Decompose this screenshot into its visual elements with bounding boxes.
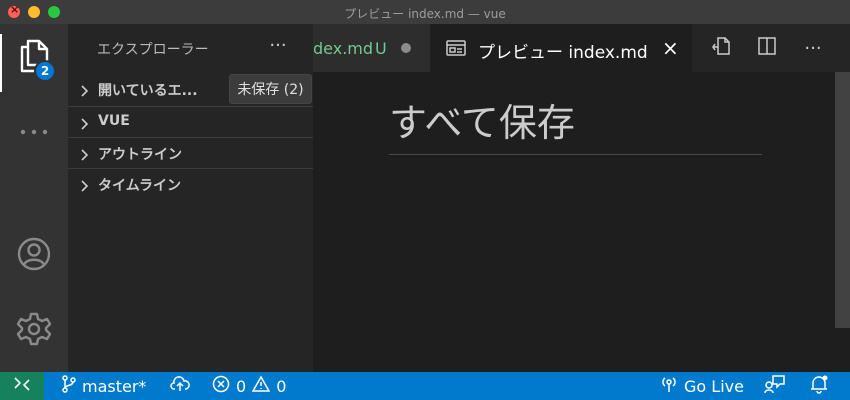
heading-divider — [389, 154, 762, 155]
title-bar: プレビュー index.md — vue — [0, 0, 850, 24]
accounts-button[interactable] — [14, 236, 54, 276]
notifications-button[interactable] — [809, 372, 829, 400]
unsaved-tooltip: 未保存 (2) — [229, 74, 312, 104]
section-vue[interactable]: VUE — [68, 106, 313, 136]
activity-bar: 2 — [0, 24, 68, 372]
chevron-right-icon — [78, 82, 90, 97]
warning-icon — [251, 375, 271, 397]
markdown-preview: すべて保存 — [313, 72, 850, 372]
branch-name: master* — [82, 376, 147, 396]
preview-heading: すべて保存 — [389, 101, 575, 145]
close-icon[interactable]: × — [662, 36, 679, 60]
problems-indicator[interactable]: 0 0 — [212, 372, 286, 400]
section-outline[interactable]: アウトライン — [68, 137, 313, 167]
sync-button[interactable] — [170, 372, 190, 400]
explorer-badge: 2 — [34, 60, 56, 82]
bell-icon — [809, 374, 829, 398]
chevron-right-icon — [78, 115, 90, 130]
go-live-label: Go Live — [684, 376, 744, 396]
error-icon — [212, 375, 230, 397]
split-editor-button[interactable] — [755, 36, 779, 60]
open-source-icon — [710, 35, 732, 61]
sidebar-more-button[interactable]: ··· — [264, 34, 292, 62]
sidebar-title: エクスプローラー — [97, 42, 209, 58]
remote-indicator[interactable] — [0, 372, 44, 400]
preview-icon — [446, 40, 466, 60]
editor-tab-bar: dex.md U プレビュー index.md × ··· — [313, 24, 850, 72]
vertical-scrollbar[interactable] — [835, 72, 850, 328]
more-views-button[interactable] — [14, 110, 54, 150]
open-source-button[interactable] — [709, 36, 733, 60]
cloud-upload-icon — [170, 376, 190, 396]
active-indicator — [0, 34, 2, 92]
error-count: 0 — [236, 376, 247, 396]
remote-icon — [13, 376, 31, 396]
feedback-button[interactable] — [764, 372, 786, 400]
tab-index-md[interactable]: dex.md U — [313, 24, 430, 72]
manage-button[interactable] — [14, 311, 54, 351]
feedback-icon — [764, 374, 786, 398]
account-icon — [16, 236, 52, 276]
section-label: 開いているエ... — [98, 83, 198, 99]
section-label: タイムライン — [98, 178, 182, 194]
section-timeline[interactable]: タイムライン — [68, 168, 313, 198]
chevron-right-icon — [78, 146, 90, 161]
window-title: プレビュー index.md — vue — [344, 7, 506, 21]
status-bar: master* 0 0 Go Live — [0, 372, 850, 400]
unsaved-dot-icon[interactable] — [401, 43, 411, 53]
section-label: VUE — [98, 113, 130, 129]
more-actions-button[interactable]: ··· — [801, 36, 825, 60]
go-live-button[interactable]: Go Live — [660, 372, 744, 400]
ellipsis-icon — [19, 121, 49, 140]
gear-icon — [16, 311, 52, 351]
warning-count: 0 — [276, 376, 287, 396]
tab-preview-index-md[interactable]: プレビュー index.md × — [430, 24, 692, 72]
split-editor-icon — [757, 36, 777, 60]
section-label: アウトライン — [98, 147, 182, 163]
tab-label: dex.md — [313, 39, 374, 58]
broadcast-icon — [660, 375, 678, 397]
git-status-untracked: U — [375, 39, 387, 58]
branch-indicator[interactable]: master* — [62, 372, 146, 400]
chevron-right-icon — [78, 177, 90, 192]
tab-label: プレビュー index.md — [478, 43, 648, 63]
git-branch-icon — [62, 375, 76, 397]
